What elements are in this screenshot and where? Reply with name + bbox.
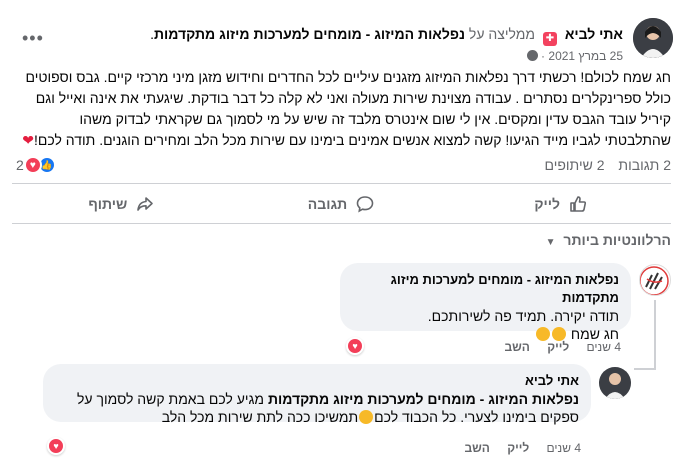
sun-emoji-icon bbox=[536, 327, 551, 341]
header-text: אתי לביא ✚ ממליצה על נפלאות המיזוג - מומ… bbox=[150, 25, 623, 65]
sun-emoji-icon bbox=[552, 327, 567, 341]
comment-love-reaction-icon[interactable]: ♥ bbox=[346, 337, 364, 355]
recommend-verb: ממליצה על bbox=[468, 26, 536, 42]
comment-bubble: נפלאות המיזוג - מומחים למערכות מיזוג מתק… bbox=[340, 263, 631, 342]
post-meta: 25 במרץ 2021 · bbox=[150, 47, 623, 65]
smile-emoji-icon bbox=[359, 410, 374, 424]
comment-reply-link[interactable]: השב bbox=[504, 340, 529, 354]
comment-like-link[interactable]: לייק bbox=[547, 340, 569, 354]
reply-text-b: ספקים בימינו לצערי. כל הכבוד לכם bbox=[374, 409, 579, 425]
thread-line-branch bbox=[634, 368, 656, 370]
page-logo-icon bbox=[640, 266, 669, 295]
heart-emoji-icon: ❤ bbox=[22, 132, 35, 148]
comment-time[interactable]: 4 שנים bbox=[587, 340, 621, 354]
post-text-line: שהתלבטתי לגביו מייד הגיעו! קשה למצוא אנש… bbox=[12, 130, 671, 151]
reply-avatar-image bbox=[599, 367, 631, 399]
action-bar: לייק תגובה שיתוף bbox=[12, 186, 671, 222]
post-body: חג שמח לכולם! רכשתי דרך נפלאות המיזוג מז… bbox=[12, 67, 671, 151]
comments-count[interactable]: 2 תגובות bbox=[618, 157, 671, 173]
like-label: לייק bbox=[534, 196, 560, 212]
reply-text-a: מגיע לכם באמת קשה לסמוך על bbox=[77, 391, 268, 407]
reply-reply-link[interactable]: השב bbox=[464, 441, 489, 455]
author-avatar[interactable] bbox=[633, 18, 673, 58]
reply-text-line1: נפלאות המיזוג - מומחים למערכות מיזוג מתק… bbox=[55, 390, 579, 408]
engagement-counts: 2 תגובות 2 שיתופים bbox=[535, 157, 671, 173]
post-text-line: כולל ספרינקלרים נסתרים . עבודה מצוינת שי… bbox=[35, 90, 671, 106]
reactions-count: 2 bbox=[16, 157, 24, 173]
shares-count[interactable]: 2 שיתופים bbox=[545, 157, 605, 173]
reactions-summary[interactable]: 👍 ♥ 2 bbox=[12, 156, 56, 174]
comment-text: תודה יקירה. תמיד פה לשירותכם. bbox=[427, 308, 619, 324]
reply-love-reaction-icon[interactable]: ♥ bbox=[47, 437, 65, 455]
thread-line bbox=[654, 300, 656, 370]
share-button[interactable]: שיתוף bbox=[12, 186, 232, 222]
share-label: שיתוף bbox=[88, 196, 128, 212]
globe-icon bbox=[526, 50, 538, 61]
post-text-line: קיריל עובד הגבס עדין ומקסים. אין לי שום … bbox=[79, 111, 671, 127]
comment-meta: 4 שנים לייק השב bbox=[490, 340, 621, 354]
reply-text-line2: ספקים בימינו לצערי. כל הכבוד לכם תמשיכו כ… bbox=[55, 408, 579, 426]
post-text-line: חג שמח לכולם! רכשתי דרך נפלאות המיזוג מז… bbox=[25, 69, 672, 85]
reply-like-link[interactable]: לייק bbox=[507, 441, 529, 455]
comment-icon bbox=[356, 196, 374, 213]
post-header: אתי לביא ✚ ממליצה על נפלאות המיזוג - מומ… bbox=[14, 12, 673, 63]
author-name[interactable]: אתי לביא bbox=[565, 26, 623, 42]
comment-author[interactable]: נפלאות המיזוג - מומחים למערכות מיזוג מתק… bbox=[352, 271, 619, 307]
author-avatar-image bbox=[633, 18, 673, 58]
reply-text-c: תמשיכו ככה לתת שירות מכל הלב bbox=[161, 409, 359, 425]
reply-author-avatar[interactable] bbox=[599, 367, 631, 399]
reply-time[interactable]: 4 שנים bbox=[547, 441, 581, 455]
comment-button[interactable]: תגובה bbox=[232, 186, 452, 222]
reply-author[interactable]: אתי לביא bbox=[55, 372, 579, 390]
post-date[interactable]: 25 במרץ 2021 bbox=[548, 49, 623, 63]
comment-label: תגובה bbox=[307, 196, 348, 212]
love-reaction-icon: ♥ bbox=[23, 156, 42, 174]
reply-meta: 4 שנים לייק השב bbox=[450, 441, 581, 455]
post-stats: 👍 ♥ 2 2 תגובות 2 שיתופים bbox=[12, 156, 671, 176]
comment-sort-label: הרלוונטיות ביותר bbox=[563, 232, 671, 248]
actions-divider bbox=[12, 223, 671, 224]
reply-mention[interactable]: נפלאות המיזוג - מומחים למערכות מיזוג מתק… bbox=[268, 391, 579, 407]
stats-divider bbox=[12, 183, 671, 184]
comment-sort-dropdown[interactable]: הרלוונטיות ביותר ▼ bbox=[546, 232, 671, 248]
post-text-last: שהתלבטתי לגביו מייד הגיעו! קשה למצוא אנש… bbox=[34, 132, 671, 148]
header-title: אתי לביא ✚ ממליצה על נפלאות המיזוג - מומ… bbox=[150, 25, 623, 46]
more-options-button[interactable]: ••• bbox=[22, 29, 44, 47]
reply-bubble: אתי לביא נפלאות המיזוג - מומחים למערכות … bbox=[43, 364, 591, 425]
date-separator: · bbox=[541, 49, 546, 63]
caret-down-icon: ▼ bbox=[545, 237, 556, 248]
commenter-avatar[interactable] bbox=[639, 264, 671, 296]
like-button[interactable]: לייק bbox=[451, 186, 671, 222]
thumbs-up-icon bbox=[570, 196, 587, 212]
share-icon bbox=[137, 197, 154, 211]
page-name[interactable]: נפלאות המיזוג - מומחים למערכות מיזוג מתק… bbox=[154, 26, 465, 42]
recommend-icon: ✚ bbox=[542, 32, 557, 46]
